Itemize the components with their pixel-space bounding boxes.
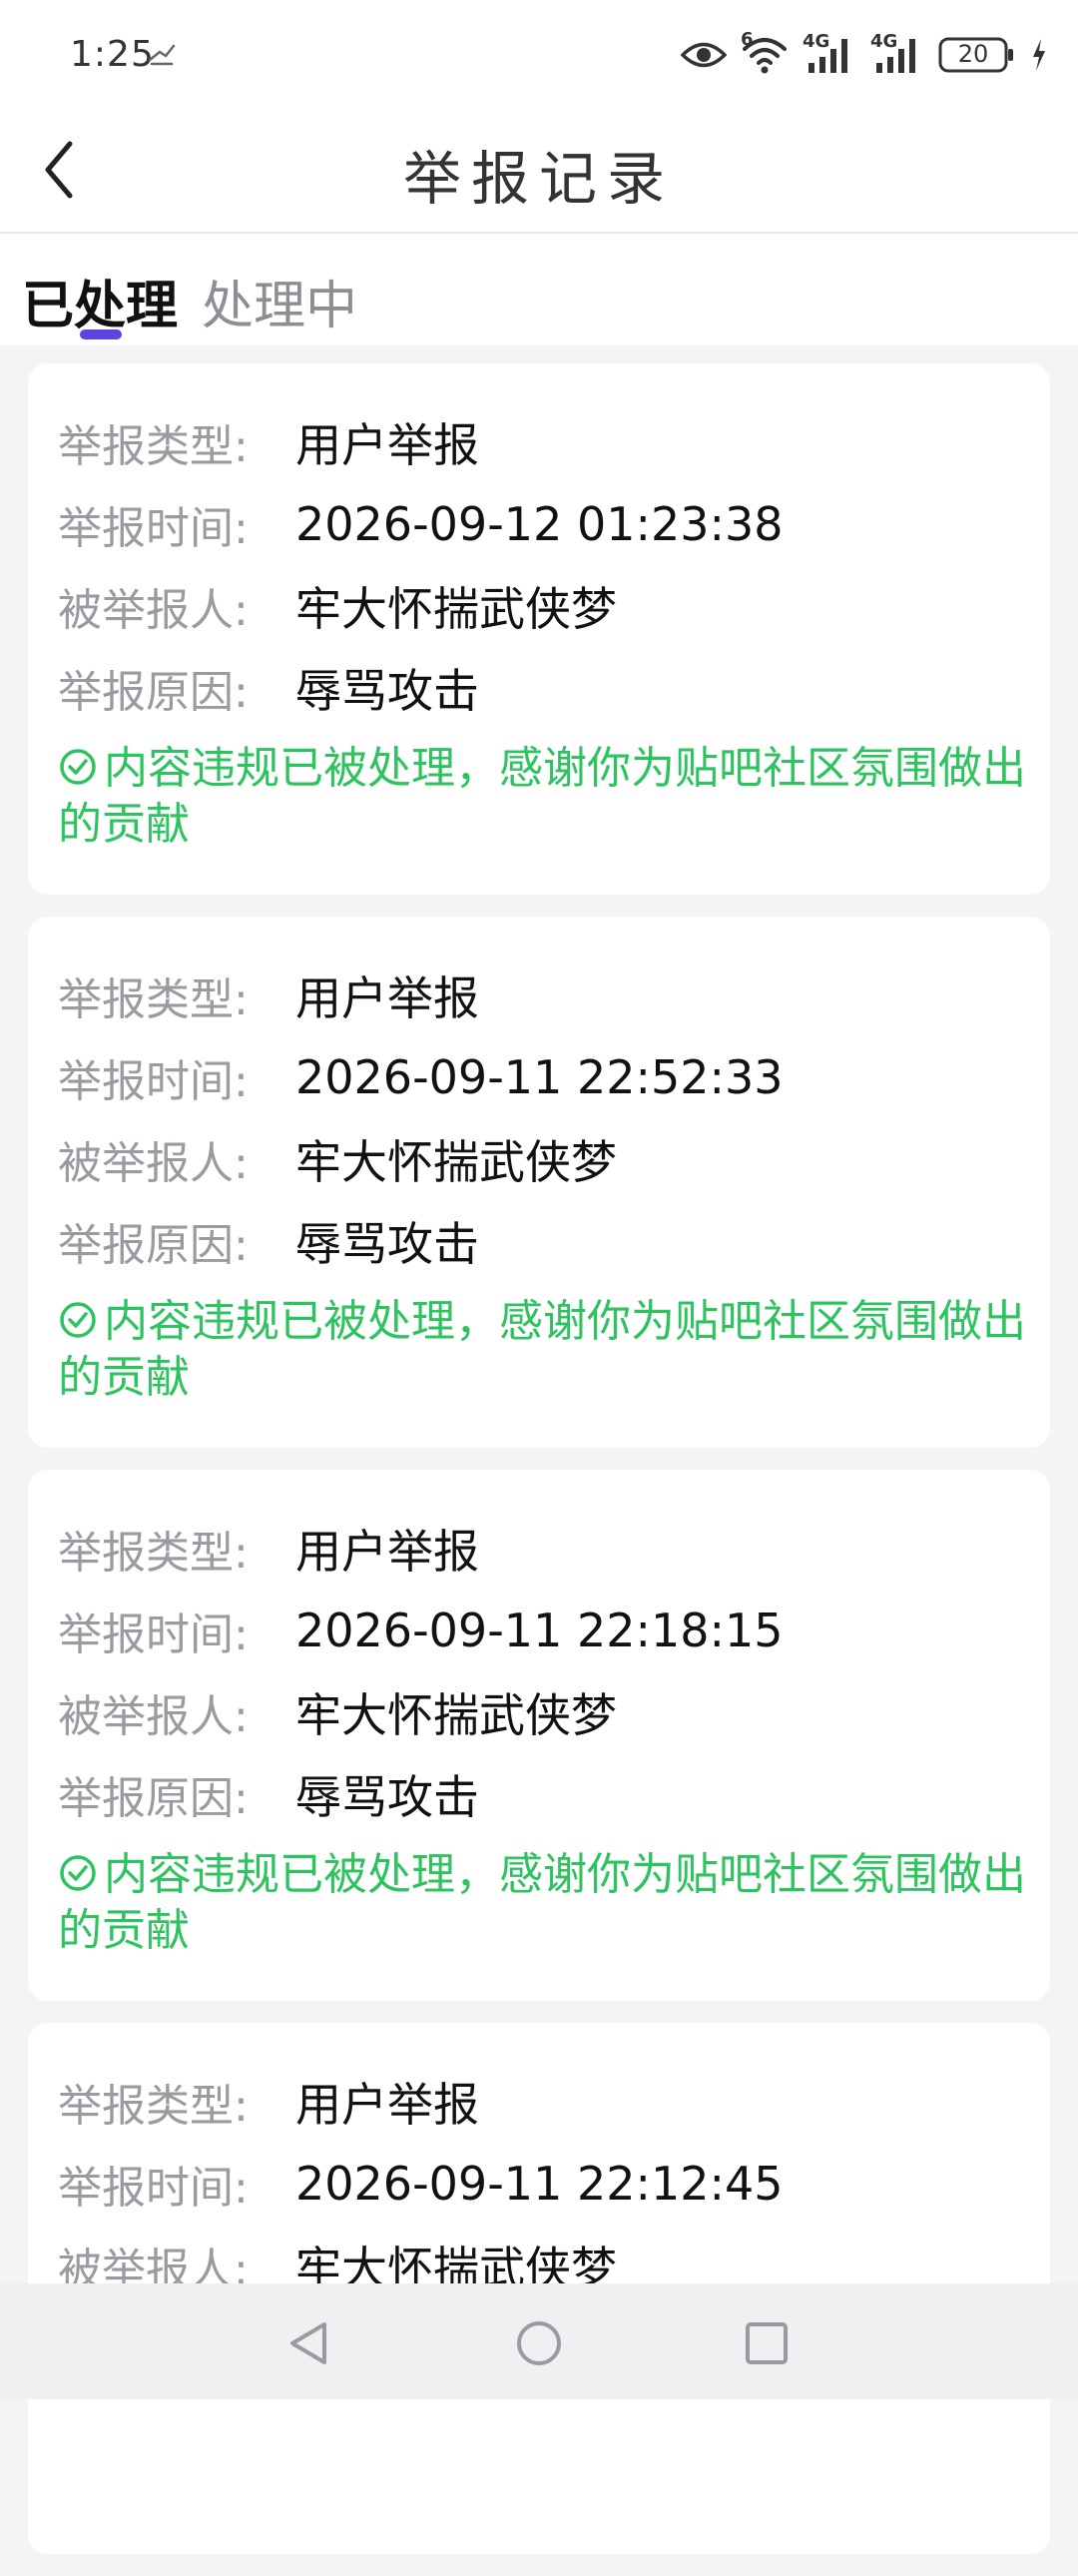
wifi-indicator: 6 [741, 29, 789, 75]
value-report-reason: 辱骂攻击 [295, 1770, 479, 1824]
label-report-time: 举报时间: [58, 1610, 249, 1660]
nav-recents-button[interactable] [737, 2313, 797, 2373]
battery-level: 20 [957, 40, 989, 68]
label-report-time: 举报时间: [58, 2163, 249, 2214]
tab-active-indicator [80, 329, 122, 339]
record-card[interactable]: 举报类型: 用户举报 举报时间: 2026-09-11 22:52:33 被举报… [28, 917, 1050, 1448]
value-report-type: 用户举报 [295, 971, 479, 1025]
value-reported-user: 牢大怀揣武侠梦 [295, 582, 617, 636]
record-card[interactable]: 举报类型: 用户举报 举报时间: 2026-09-12 01:23:38 被举报… [28, 363, 1050, 895]
charging-icon [1033, 39, 1045, 71]
tab-bar: 已处理 处理中 [0, 234, 1078, 345]
status-icons: 6 4G 4G 20 [681, 29, 1048, 80]
record-card[interactable]: 举报类型: 用户举报 举报时间: 2026-09-11 22:18:15 被举报… [28, 1470, 1050, 2001]
eye-icon [681, 42, 727, 68]
label-report-reason: 举报原因: [58, 667, 249, 718]
record-row-type: 举报类型: 用户举报 [58, 955, 1020, 1036]
notification-icon [148, 44, 176, 66]
label-report-reason: 举报原因: [58, 1773, 249, 1824]
tab-processing[interactable]: 处理中 [202, 264, 357, 338]
record-row-time: 举报时间: 2026-09-12 01:23:38 [58, 483, 1020, 565]
record-row-type: 举报类型: 用户举报 [58, 2061, 1020, 2143]
check-circle-icon [60, 1855, 96, 1891]
wifi-gen-label: 6 [741, 29, 754, 50]
record-result: 内容违规已被处理，感谢你为贴吧社区氛围做出的贡献 [58, 1847, 1026, 1959]
result-text: 内容违规已被处理，感谢你为贴吧社区氛围做出的贡献 [58, 1849, 1026, 1956]
label-report-time: 举报时间: [58, 503, 249, 554]
check-circle-icon [60, 1302, 96, 1338]
system-nav-bar [0, 2283, 1078, 2399]
value-reported-user: 牢大怀揣武侠梦 [295, 1135, 617, 1189]
value-report-time: 2026-09-11 22:18:15 [295, 1604, 784, 1657]
square-recents-icon [746, 2322, 788, 2364]
record-row-type: 举报类型: 用户举报 [58, 1508, 1020, 1590]
label-report-type: 举报类型: [58, 1528, 249, 1579]
tab-processed[interactable]: 已处理 [22, 264, 178, 338]
battery-indicator: 20 [938, 35, 1016, 75]
record-result: 内容违规已被处理，感谢你为贴吧社区氛围做出的贡献 [58, 741, 1026, 853]
triangle-back-icon [290, 2322, 326, 2364]
label-reported-user: 被举报人: [58, 1138, 249, 1189]
record-row-time: 举报时间: 2026-09-11 22:18:15 [58, 1590, 1020, 1671]
record-row-reported: 被举报人: 牢大怀揣武侠梦 [58, 565, 1020, 647]
record-row-reason: 举报原因: 辱骂攻击 [58, 1753, 1020, 1835]
record-row-time: 举报时间: 2026-09-11 22:52:33 [58, 1036, 1020, 1118]
record-row-reported: 被举报人: 牢大怀揣武侠梦 [58, 1118, 1020, 1200]
value-reported-user: 牢大怀揣武侠梦 [295, 1688, 617, 1742]
result-text: 内容违规已被处理，感谢你为贴吧社区氛围做出的贡献 [58, 743, 1026, 850]
record-row-reported: 被举报人: 牢大怀揣武侠梦 [58, 1671, 1020, 1753]
value-report-time: 2026-09-11 22:12:45 [295, 2157, 784, 2211]
record-list: 举报类型: 用户举报 举报时间: 2026-09-12 01:23:38 被举报… [28, 363, 1050, 2576]
record-row-reason: 举报原因: 辱骂攻击 [58, 647, 1020, 729]
label-report-type: 举报类型: [58, 2081, 249, 2132]
status-time: 1:25 [70, 34, 155, 75]
value-report-reason: 辱骂攻击 [295, 664, 479, 718]
record-result: 内容违规已被处理，感谢你为贴吧社区氛围做出的贡献 [58, 1294, 1026, 1406]
signal-icon-2 [876, 39, 915, 73]
label-report-reason: 举报原因: [58, 1220, 249, 1271]
label-report-type: 举报类型: [58, 974, 249, 1025]
value-report-type: 用户举报 [295, 1525, 479, 1579]
result-text: 内容违规已被处理，感谢你为贴吧社区氛围做出的贡献 [58, 1296, 1026, 1403]
label-report-time: 举报时间: [58, 1056, 249, 1107]
nav-back-button[interactable] [279, 2313, 339, 2373]
label-report-type: 举报类型: [58, 421, 249, 472]
nav-header: 举报记录 [0, 110, 1078, 234]
signal-indicator-2: 4G [870, 31, 924, 75]
signal-indicator-1: 4G [803, 31, 856, 75]
label-reported-user: 被举报人: [58, 585, 249, 636]
value-report-reason: 辱骂攻击 [295, 1217, 479, 1271]
value-report-time: 2026-09-12 01:23:38 [295, 497, 784, 551]
page-title: 举报记录 [402, 145, 675, 213]
nav-home-button[interactable] [509, 2313, 569, 2373]
signal-icon-1 [808, 39, 847, 73]
record-row-type: 举报类型: 用户举报 [58, 401, 1020, 483]
circle-home-icon [517, 2321, 561, 2365]
value-report-type: 用户举报 [295, 418, 479, 472]
status-bar: 1:25 6 4G 4G 20 [0, 0, 1078, 110]
record-row-time: 举报时间: 2026-09-11 22:12:45 [58, 2143, 1020, 2225]
label-reported-user: 被举报人: [58, 1691, 249, 1742]
record-row-reason: 举报原因: 辱骂攻击 [58, 1200, 1020, 1282]
value-report-time: 2026-09-11 22:52:33 [295, 1050, 784, 1104]
value-report-type: 用户举报 [295, 2078, 479, 2132]
check-circle-icon [60, 749, 96, 785]
